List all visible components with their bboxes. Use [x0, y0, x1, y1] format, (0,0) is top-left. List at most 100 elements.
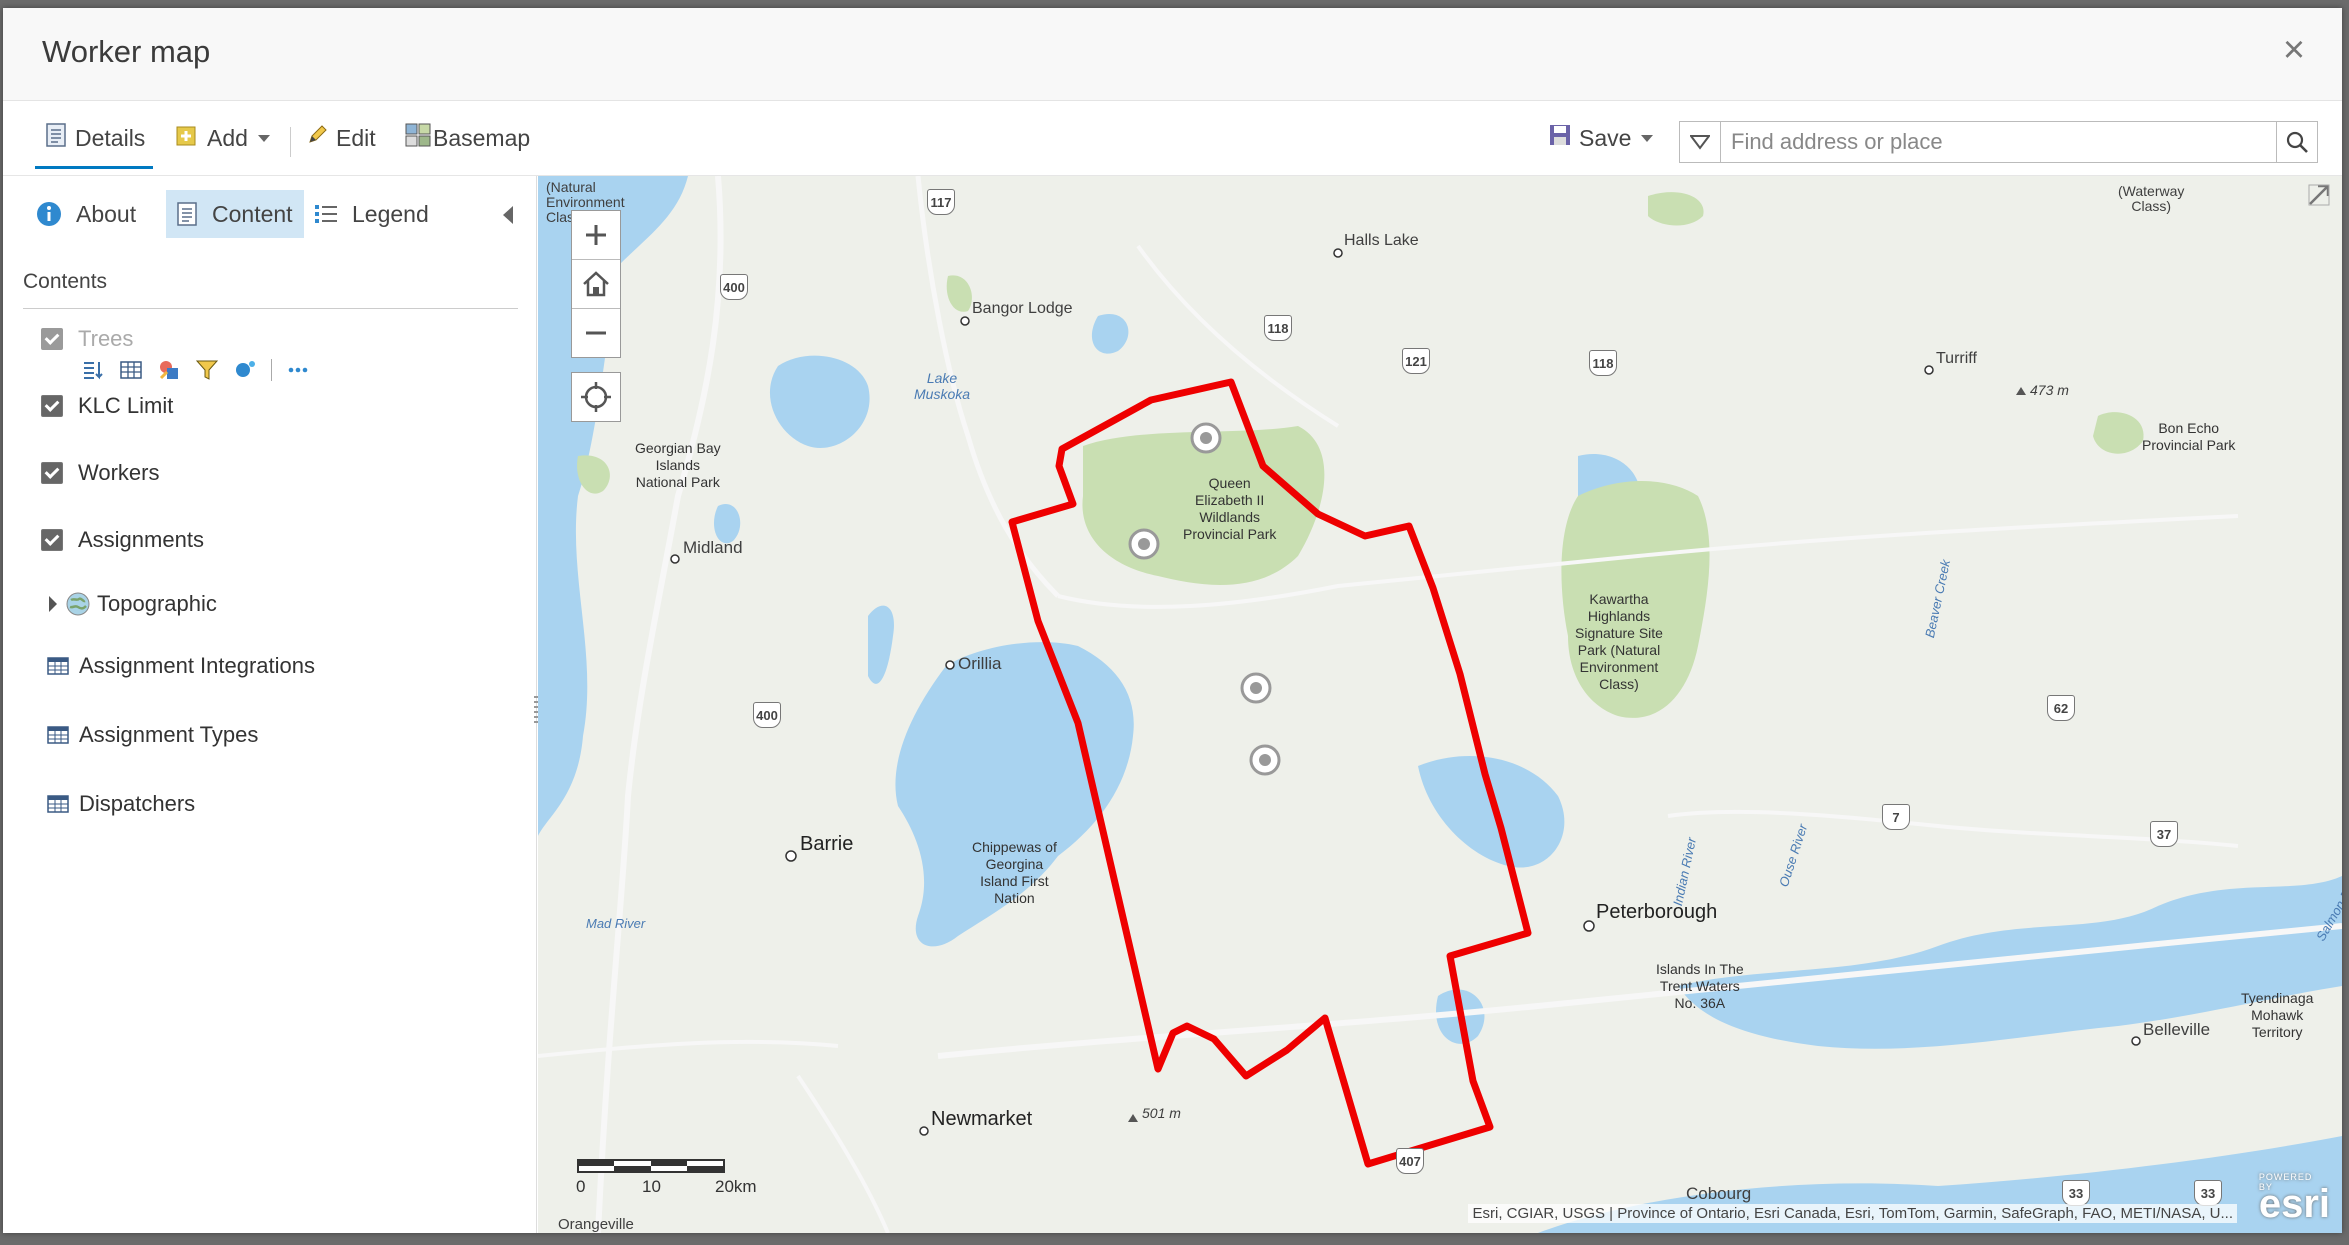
expand-arrow-icon[interactable]	[49, 596, 57, 612]
tab-legend-label: Legend	[352, 200, 429, 227]
map-label: Barrie	[800, 833, 854, 855]
map-label: Belleville	[2143, 1020, 2211, 1039]
table-assignment-integrations-label: Assignment Integrations	[79, 653, 316, 678]
chevron-down-icon	[257, 134, 270, 142]
expand-map-icon[interactable]	[2306, 182, 2332, 208]
scale-bar-graphic	[577, 1159, 725, 1173]
scale-label-0: 0	[576, 1177, 586, 1196]
more-options-icon[interactable]	[286, 358, 310, 382]
filter-icon[interactable]	[195, 358, 219, 382]
search-input[interactable]	[1721, 122, 2276, 162]
basemap-globe-icon	[66, 592, 90, 616]
search-source-filter-icon[interactable]	[1680, 122, 1721, 162]
basemap-label: Basemap	[433, 124, 531, 151]
highway-shield: 400	[753, 702, 781, 728]
contents-divider	[23, 308, 518, 309]
map-label: Halls Lake	[1344, 232, 1419, 249]
layer-assignments-checkbox[interactable]	[41, 529, 63, 551]
details-icon	[45, 123, 67, 153]
dialog-titlebar: Worker map ×	[3, 8, 2342, 101]
town-dot	[1583, 920, 1595, 932]
town-dot	[2131, 1036, 2141, 1046]
highway-shield: 62	[2047, 695, 2075, 721]
close-icon[interactable]: ×	[2274, 30, 2314, 70]
save-disk-icon	[1549, 124, 1571, 152]
highway-shield: 121	[1402, 348, 1430, 374]
change-style-icon[interactable]	[157, 358, 181, 382]
map-label: Orillia	[958, 654, 1002, 673]
worker-point[interactable]	[1249, 744, 1281, 776]
tab-about[interactable]: About	[26, 190, 166, 238]
highway-shield: 117	[927, 189, 955, 215]
table-assignment-types-label: Assignment Types	[79, 722, 259, 747]
map-label: Bangor Lodge	[972, 300, 1073, 317]
town-dot	[1924, 365, 1934, 375]
basemap-grid-icon	[405, 123, 431, 153]
town-dot	[1333, 248, 1343, 258]
map-label: 473 m	[2030, 382, 2069, 398]
plus-icon	[586, 225, 606, 245]
map-view[interactable]: (Natural Environment Class) (Waterway Class…	[538, 176, 2342, 1233]
search-bar	[1679, 121, 2318, 163]
details-button[interactable]: Details	[34, 121, 154, 169]
layer-workers[interactable]: Workers	[41, 460, 160, 486]
zoom-controls	[571, 210, 621, 358]
layer-workers-label: Workers	[78, 460, 160, 485]
legend-list-icon	[315, 205, 337, 223]
add-button[interactable]: Add	[175, 121, 270, 155]
edit-button[interactable]: Edit	[306, 121, 376, 155]
layer-trees[interactable]: Trees	[41, 326, 133, 352]
table-assignment-types[interactable]: Assignment Types	[47, 722, 258, 748]
layer-klc-limit-checkbox[interactable]	[41, 395, 63, 417]
table-icon	[47, 726, 69, 744]
zoom-in-button[interactable]	[572, 211, 620, 260]
table-dispatchers[interactable]: Dispatchers	[47, 791, 195, 817]
toolbar-divider	[290, 127, 291, 157]
layer-klc-limit-label: KLC Limit	[78, 393, 174, 418]
add-layer-icon	[175, 123, 199, 153]
content-list-icon	[177, 202, 197, 226]
layer-trees-checkbox[interactable]	[41, 328, 63, 350]
town-dot	[919, 1126, 929, 1136]
details-label: Details	[75, 124, 146, 151]
map-label: Chippewas of Georgina Island First Nation	[972, 839, 1057, 906]
locate-button[interactable]	[571, 372, 621, 422]
highway-shield: 37	[2150, 821, 2178, 847]
worker-point[interactable]	[1240, 672, 1272, 704]
dialog-title: Worker map	[42, 34, 211, 69]
save-button[interactable]: Save	[1549, 121, 1654, 155]
tab-content[interactable]: Content	[166, 190, 304, 238]
map-label: (Waterway Class)	[2118, 183, 2185, 214]
attribute-table-icon[interactable]	[119, 358, 143, 382]
contents-heading: Contents	[23, 270, 108, 293]
home-icon	[583, 271, 609, 297]
map-label: Turriff	[1936, 350, 1977, 367]
tools-divider	[271, 359, 272, 381]
perform-analysis-icon[interactable]	[233, 358, 257, 382]
table-icon	[47, 795, 69, 813]
layer-workers-checkbox[interactable]	[41, 462, 63, 484]
scale-bar: 0 10 20km	[576, 1159, 757, 1196]
highway-shield: 118	[1589, 350, 1617, 376]
search-icon[interactable]	[2276, 122, 2317, 162]
zoom-out-button[interactable]	[572, 309, 620, 357]
layer-klc-limit[interactable]: KLC Limit	[41, 393, 173, 419]
table-assignment-integrations[interactable]: Assignment Integrations	[47, 653, 315, 679]
map-label: Bon Echo Provincial Park	[2142, 420, 2236, 453]
layer-topographic[interactable]: Topographic	[49, 591, 217, 617]
show-legend-icon[interactable]	[81, 358, 105, 382]
default-extent-button[interactable]	[572, 260, 620, 309]
map-label: 501 m	[1142, 1105, 1181, 1121]
layer-assignments[interactable]: Assignments	[41, 527, 204, 553]
map-label: Newmarket	[931, 1108, 1033, 1130]
worker-point[interactable]	[1128, 528, 1160, 560]
basemap-button[interactable]: Basemap	[405, 121, 530, 155]
map-label: Tyendinaga Mohawk Territory	[2241, 990, 2314, 1040]
esri-logo[interactable]: POWERED BY esri	[2259, 1172, 2330, 1227]
minus-icon	[586, 331, 606, 335]
collapse-sidebar-icon[interactable]	[503, 206, 513, 224]
worker-point[interactable]	[1190, 422, 1222, 454]
map-attribution[interactable]: Esri, CGIAR, USGS | Province of Ontario,…	[1468, 1204, 2237, 1223]
tab-legend[interactable]: Legend	[304, 190, 454, 238]
tab-about-label: About	[76, 200, 137, 227]
